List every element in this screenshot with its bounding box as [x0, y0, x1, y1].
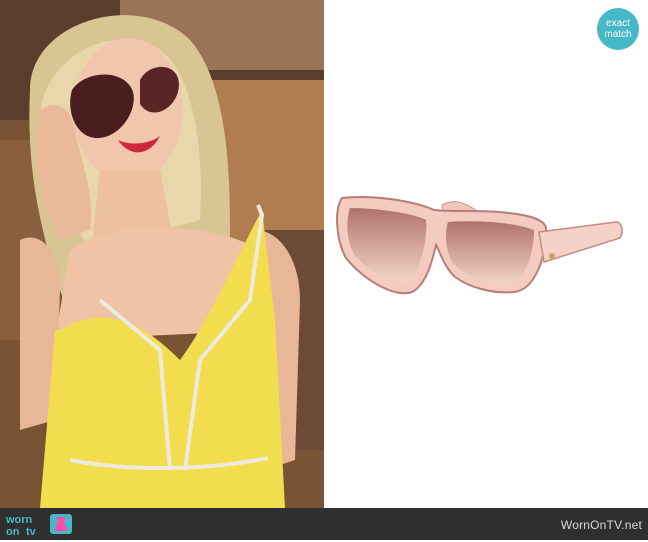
dress-icon [50, 514, 72, 534]
product-panel [324, 0, 648, 508]
exact-match-badge: exact match [597, 8, 639, 50]
celebrity-illustration [0, 0, 324, 508]
celebrity-photo [0, 0, 324, 508]
footer-bar [0, 508, 648, 540]
wornontv-logo[interactable]: worn on tv [5, 511, 86, 538]
badge-line-2: match [604, 29, 632, 40]
logo-text-on: on [6, 526, 20, 537]
sunglasses-product-image[interactable] [324, 0, 648, 508]
logo-text-tv: tv [26, 526, 37, 537]
logo-text-worn: worn [6, 514, 33, 526]
badge-line-1: exact [606, 18, 630, 29]
site-label: WornOnTV.net [560, 518, 642, 532]
logo-graphic: worn on tv [5, 514, 72, 538]
